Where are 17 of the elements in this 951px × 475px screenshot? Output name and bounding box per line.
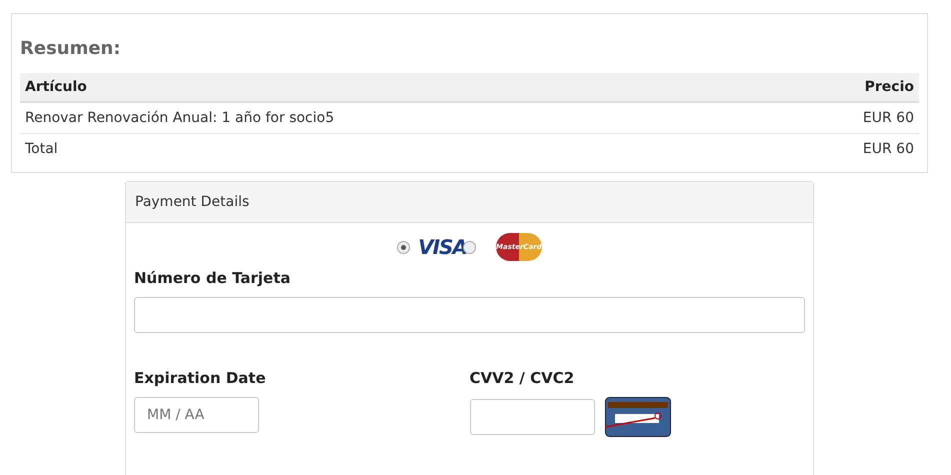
table-cell: Total [25,141,58,157]
input-field[interactable] [134,297,805,333]
panel-title: Payment Details [135,194,250,210]
table-cell: EUR 60 [862,110,914,126]
input-field[interactable] [470,399,594,435]
column-header: Precio [864,79,914,95]
field-label: CVV2 / CVC2 [470,369,576,387]
summary-title: Resumen: [20,38,122,59]
input-field[interactable]: MM / AA [134,397,259,433]
table-cell: EUR 60 [862,141,914,157]
radio-button[interactable] [397,240,410,254]
table-cell: Renovar Renovación Anual: 1 año for socio5 [25,110,334,126]
field-label: Expiration Date [134,369,267,387]
column-header: Artículo [25,79,87,95]
field-label: Número de Tarjeta [134,269,292,287]
card-back-icon [604,397,670,437]
card-logo: VISA [418,235,467,259]
